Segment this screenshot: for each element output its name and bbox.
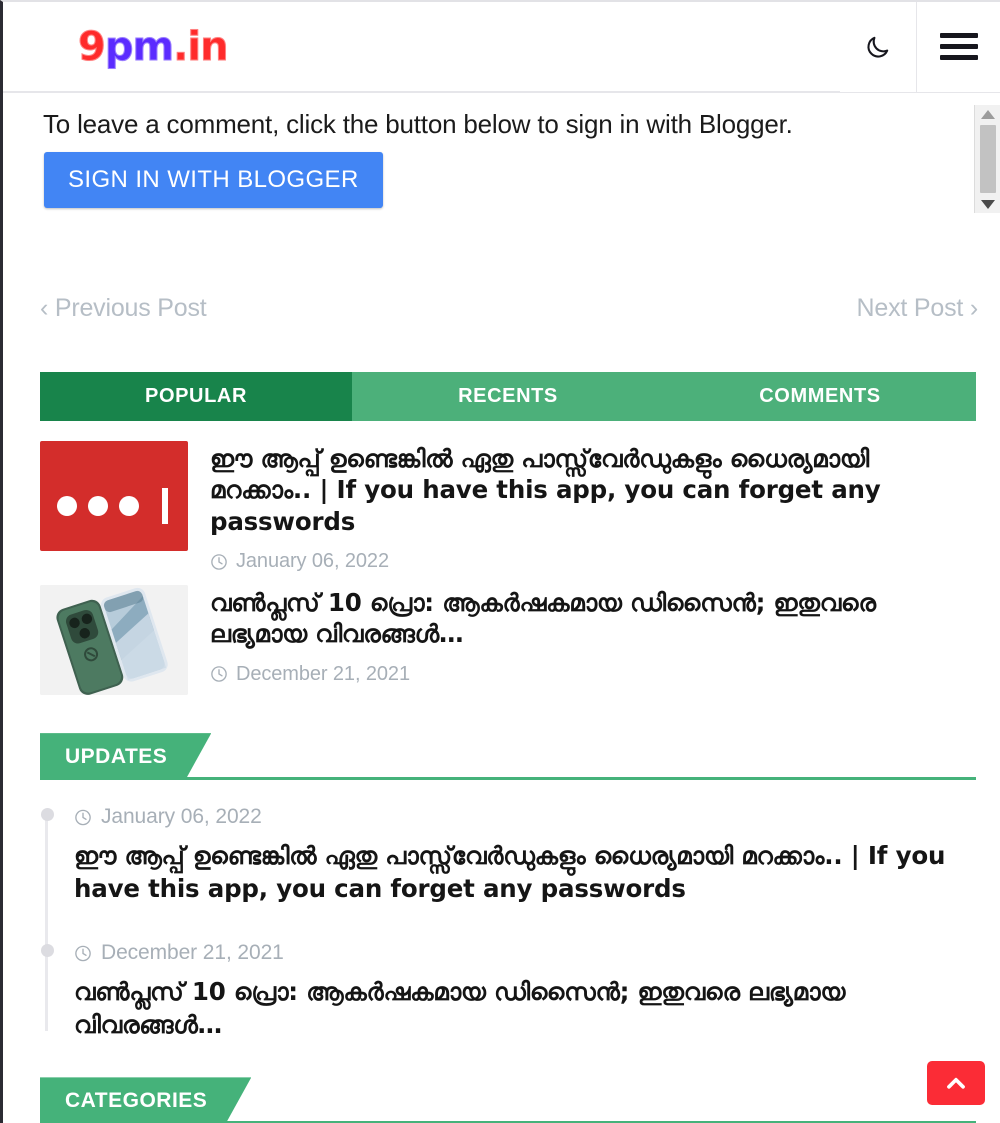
update-date: January 06, 2022 xyxy=(101,805,262,829)
post-date: January 06, 2022 xyxy=(236,550,389,573)
categories-heading: CATEGORIES xyxy=(40,1077,251,1123)
update-title[interactable]: വൺപ്ലസ് 10 പ്രൊ: ആകർഷകമായ ഡിസൈൻ; ഇതുവരെ … xyxy=(74,976,976,1041)
oneplus-phone-image[interactable] xyxy=(40,585,188,696)
site-logo[interactable]: 9 pm .in xyxy=(78,23,230,70)
page-root: 9 pm .in To leave a comment, click the but… xyxy=(0,0,1000,1123)
updates-heading: UPDATES xyxy=(40,733,211,780)
sign-in-with-blogger-button[interactable]: SIGN IN WITH BLOGGER xyxy=(44,152,383,208)
post-body: വൺപ്ലസ് 10 പ്രൊ: ആകർഷകമായ ഡിസൈൻ; ഇതുവരെ … xyxy=(210,585,976,695)
clock-icon xyxy=(211,666,227,683)
logo-part-in: .in xyxy=(173,23,229,70)
clock-icon xyxy=(75,945,91,962)
chevron-up-icon xyxy=(947,1077,965,1089)
table-row[interactable]: ഈ ആപ്പ് ഉണ്ടെങ്കിൽ ഏതു പാസ്സ്‌വേർഡുകളും … xyxy=(40,441,976,573)
scrollbar-up-arrow-icon[interactable] xyxy=(975,105,1000,123)
post-body: ഈ ആപ്പ് ഉണ്ടെങ്കിൽ ഏതു പാസ്സ്‌വേർഡുകളും … xyxy=(210,441,976,573)
scroll-to-top-button[interactable] xyxy=(927,1061,985,1105)
site-header: 9 pm .in xyxy=(3,2,1000,93)
post-navigation: ‹ Previous Post Next Post › xyxy=(3,240,1000,323)
scrollbar-thumb[interactable] xyxy=(979,125,996,193)
post-meta: December 21, 2021 xyxy=(210,663,976,686)
logo-part-9: 9 xyxy=(78,23,107,70)
dark-mode-toggle[interactable] xyxy=(840,2,916,92)
update-meta: December 21, 2021 xyxy=(74,941,976,965)
update-meta: January 06, 2022 xyxy=(74,805,976,829)
table-row[interactable]: വൺപ്ലസ് 10 പ്രൊ: ആകർഷകമായ ഡിസൈൻ; ഇതുവരെ … xyxy=(40,585,976,696)
list-item[interactable]: January 06, 2022 ഈ ആപ്പ് ഉണ്ടെങ്കിൽ ഏതു … xyxy=(41,805,976,905)
categories-section-header: CATEGORIES xyxy=(40,1077,976,1123)
tab-recents[interactable]: RECENTS xyxy=(352,372,664,421)
updates-section-header: UPDATES xyxy=(40,733,976,781)
widget-tabs: POPULAR RECENTS COMMENTS xyxy=(40,372,976,421)
scrollbar-down-arrow-icon[interactable] xyxy=(975,195,1000,213)
menu-button[interactable] xyxy=(916,2,1000,92)
moon-icon xyxy=(865,34,891,60)
update-title[interactable]: ഈ ആപ്പ് ഉണ്ടെങ്കിൽ ഏതു പാസ്സ്‌വേർഡുകളും … xyxy=(74,840,976,905)
comment-prompt-text: To leave a comment, click the button bel… xyxy=(43,109,793,139)
popular-posts-list: ഈ ആപ്പ് ഉണ്ടെങ്കിൽ ഏതു പാസ്സ്‌വേർഡുകളും … xyxy=(40,441,976,696)
tab-popular[interactable]: POPULAR xyxy=(40,372,352,421)
previous-post-link[interactable]: ‹ Previous Post xyxy=(40,294,207,323)
clock-icon xyxy=(75,809,91,825)
post-title[interactable]: വൺപ്ലസ് 10 പ്രൊ: ആകർഷകമായ ഡിസൈൻ; ഇതുവരെ … xyxy=(210,587,976,650)
next-post-link[interactable]: Next Post › xyxy=(857,294,979,323)
comment-scrollbar[interactable] xyxy=(974,105,1000,213)
updates-timeline: January 06, 2022 ഈ ആപ്പ് ഉണ്ടെങ്കിൽ ഏതു … xyxy=(41,805,976,1041)
update-date: December 21, 2021 xyxy=(101,941,284,965)
post-date: December 21, 2021 xyxy=(236,662,410,685)
clock-icon xyxy=(211,553,227,570)
list-item[interactable]: December 21, 2021 വൺപ്ലസ് 10 പ്രൊ: ആകർഷക… xyxy=(41,941,976,1041)
logo-part-pm: pm xyxy=(104,23,174,70)
tab-comments[interactable]: COMMENTS xyxy=(664,372,976,421)
post-meta: January 06, 2022 xyxy=(210,550,976,573)
hamburger-menu-icon xyxy=(939,33,978,60)
post-title[interactable]: ഈ ആപ്പ് ഉണ്ടെങ്കിൽ ഏതു പാസ്സ്‌വേർഡുകളും … xyxy=(210,443,976,537)
comment-signin-widget: To leave a comment, click the button bel… xyxy=(3,93,1000,240)
password-dots-icon[interactable] xyxy=(40,441,188,551)
header-actions xyxy=(840,2,1000,92)
